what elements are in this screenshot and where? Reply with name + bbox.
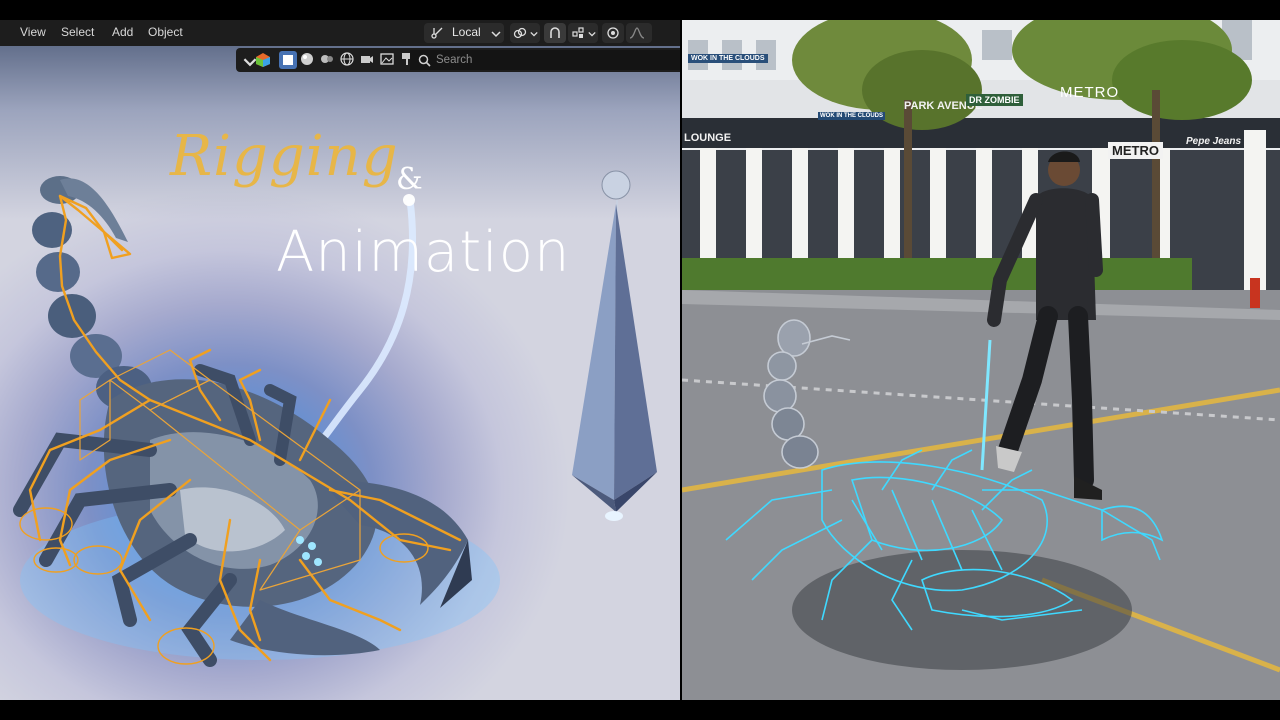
proportional-edit-toggle[interactable] [602, 23, 624, 43]
sign-wok-in-the-clouds: WOK IN THE CLOUDS [818, 112, 885, 120]
menu-select[interactable]: Select [61, 25, 94, 39]
thumbnail-frame: Rigging & Animation View Select Add Obje… [0, 0, 1280, 720]
blender-viewport[interactable]: Rigging & Animation View Select Add Obje… [0, 20, 680, 700]
viewport-header: View Select Add Object Local [0, 20, 680, 46]
object-mode-color-icon[interactable] [255, 52, 271, 68]
sign-pepe-jeans: Pepe Jeans [1186, 136, 1242, 147]
title-rigging: Rigging [170, 124, 399, 189]
menu-object[interactable]: Object [148, 25, 183, 39]
snap-increment-icon [572, 27, 584, 38]
sign-lounge: LOUNGE [684, 132, 732, 144]
title-animation: Animation [276, 220, 571, 285]
sign-dr-zombie: DR ZOMBIE [966, 94, 1023, 106]
camera-icon[interactable] [360, 52, 374, 66]
viewport-shading-icon[interactable] [300, 52, 314, 66]
letterbox-top [0, 0, 1280, 20]
search-icon [418, 54, 431, 67]
search-input[interactable] [436, 52, 666, 68]
globe-icon[interactable] [340, 52, 354, 66]
pivot-point-dropdown[interactable] [510, 23, 540, 43]
proportional-falloff-dropdown[interactable] [626, 23, 652, 43]
crystal-obelisk [572, 170, 657, 521]
sign-metro-top: METRO [1060, 84, 1120, 101]
snap-icon [550, 27, 560, 38]
proportional-edit-icon [607, 27, 619, 39]
chevron-down-icon [588, 31, 596, 37]
chevron-down-icon [491, 31, 501, 38]
transform-orientation-icon [431, 27, 443, 39]
transform-orientation-value: Local [452, 25, 481, 39]
chevron-down-icon [530, 31, 538, 37]
overlay-icon[interactable] [320, 52, 334, 66]
select-box-icon [283, 55, 293, 65]
sign-metro-store: METRO [1108, 142, 1163, 159]
scorpion-rig-scene [13, 170, 657, 667]
letterbox-bottom [0, 700, 1280, 720]
menu-add[interactable]: Add [112, 25, 133, 39]
snap-toggle[interactable] [544, 23, 566, 43]
link-icon [513, 27, 527, 39]
falloff-icon [629, 27, 645, 39]
snap-target-dropdown[interactable] [568, 23, 598, 43]
street-scene [682, 20, 1280, 700]
select-box-tool[interactable] [279, 51, 297, 69]
sign-wok-in-the-clouds-top: WOK IN THE CLOUDS [688, 54, 768, 63]
street-composite-photo: WOK IN THE CLOUDS WOK IN THE CLOUDS PARK… [682, 20, 1280, 700]
fire-hydrant [1250, 278, 1260, 308]
title-ampersand: & [396, 162, 423, 197]
image-icon[interactable] [380, 52, 394, 66]
menu-view[interactable]: View [20, 25, 46, 39]
